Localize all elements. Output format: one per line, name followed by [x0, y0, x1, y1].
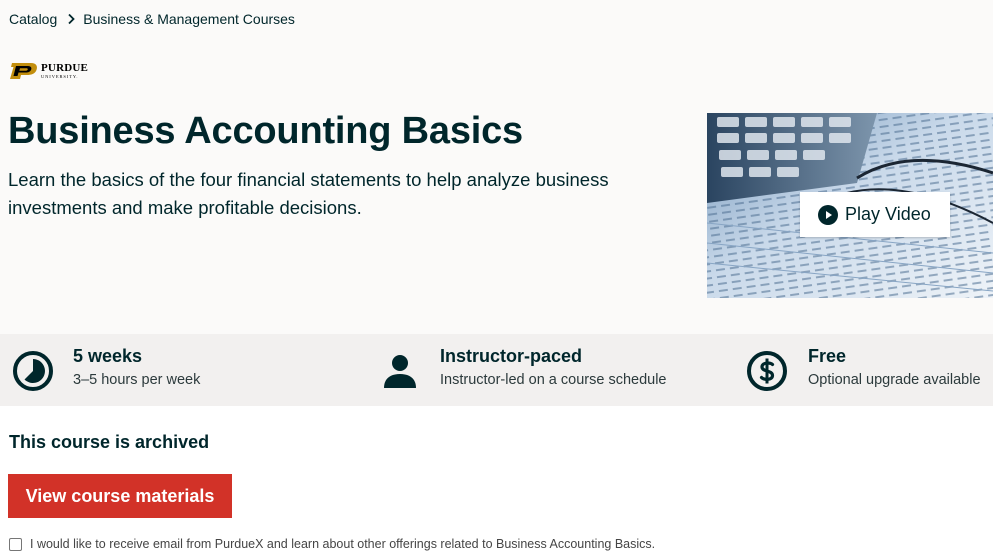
breadcrumb-catalog-link[interactable]: Catalog — [9, 11, 57, 27]
email-optin-checkbox[interactable] — [9, 537, 22, 551]
partner-subname: UNIVERSITY. — [41, 73, 79, 79]
play-video-button[interactable]: Play Video — [800, 192, 950, 237]
stat-duration-heading: 5 weeks — [73, 346, 143, 366]
course-hero: Catalog Business & Management Courses PU… — [0, 0, 993, 334]
archived-status: This course is archived — [9, 432, 210, 452]
view-course-materials-button[interactable]: View course materials — [8, 474, 232, 518]
stat-price-heading: Free — [808, 346, 847, 366]
stat-duration-detail: 3–5 hours per week — [73, 372, 201, 388]
dollar-icon — [746, 350, 788, 392]
breadcrumb-business-link[interactable]: Business & Management Courses — [83, 11, 295, 27]
purdue-logo[interactable]: PURDUE UNIVERSITY. — [9, 62, 88, 80]
course-title: Business Accounting Basics — [8, 110, 523, 152]
course-stats-bar: 5 weeks 3–5 hours per week Instructor-pa… — [0, 334, 993, 406]
breadcrumb: Catalog Business & Management Courses — [9, 11, 295, 27]
course-subtitle: Learn the basics of the four financial s… — [8, 169, 609, 218]
play-video-label: Play Video — [845, 204, 931, 224]
partner-name: PURDUE — [41, 61, 89, 74]
chevron-right-icon — [63, 11, 79, 27]
person-icon — [379, 350, 421, 392]
purdue-p-icon — [10, 63, 37, 79]
stat-pacing-detail: Instructor-led on a course schedule — [440, 372, 667, 388]
stat-pacing-heading: Instructor-paced — [440, 346, 583, 366]
email-optin-label: I would like to receive email from Purdu… — [30, 537, 656, 551]
play-icon — [818, 204, 838, 225]
clock-icon — [12, 350, 54, 392]
email-optin[interactable]: I would like to receive email from Purdu… — [9, 537, 655, 551]
stat-price-detail: Optional upgrade available — [808, 372, 981, 388]
